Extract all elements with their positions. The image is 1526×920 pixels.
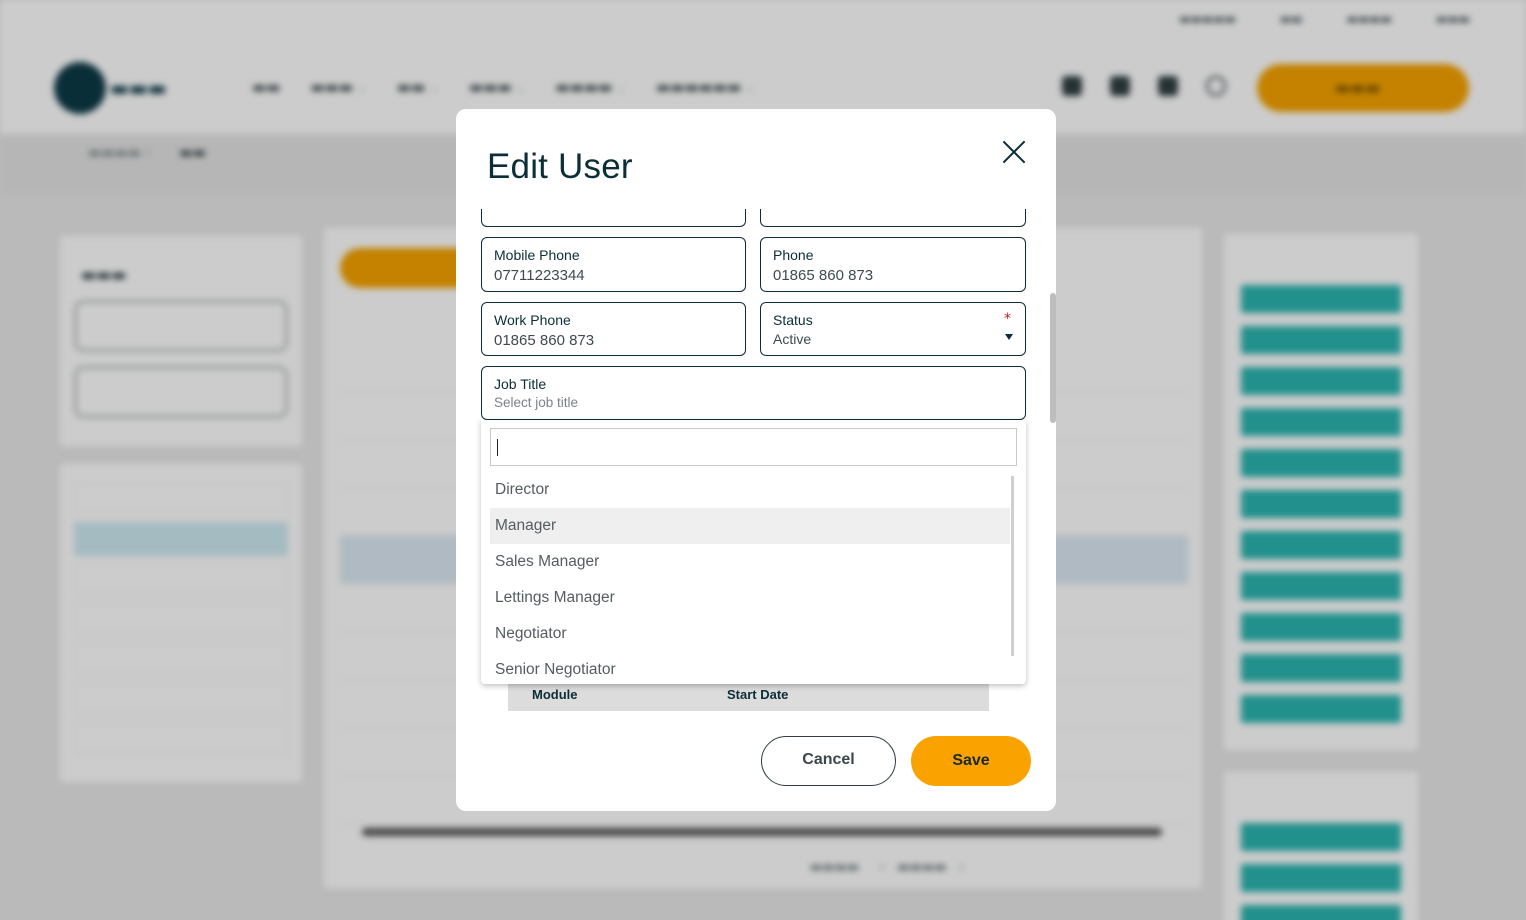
work-phone-field[interactable]: Work Phone 01865 860 873 bbox=[481, 302, 746, 356]
option-senior-negotiator[interactable]: Senior Negotiator bbox=[490, 652, 1010, 684]
phone-label: Phone bbox=[773, 247, 814, 263]
phone-field[interactable]: Phone 01865 860 873 bbox=[760, 237, 1026, 292]
status-label: Status bbox=[773, 312, 813, 328]
option-negotiator[interactable]: Negotiator bbox=[490, 616, 1010, 652]
text-cursor bbox=[497, 439, 498, 456]
required-marker: * bbox=[1004, 311, 1011, 327]
cancel-button[interactable]: Cancel bbox=[761, 736, 896, 786]
job-title-select[interactable]: Job Title Select job title bbox=[481, 366, 1026, 420]
dropdown-search-input[interactable] bbox=[490, 428, 1017, 466]
option-manager[interactable]: Manager bbox=[490, 508, 1010, 544]
edit-user-modal: Edit User Mobile Phone 07711223344 Phone… bbox=[456, 109, 1056, 811]
caret-down-icon bbox=[1005, 334, 1013, 340]
option-lettings-manager[interactable]: Lettings Manager bbox=[490, 580, 1010, 616]
modal-title: Edit User bbox=[487, 147, 633, 186]
save-button[interactable]: Save bbox=[911, 736, 1031, 786]
column-header-start-date[interactable]: Start Date bbox=[727, 687, 788, 702]
mobile-phone-value[interactable]: 07711223344 bbox=[494, 267, 585, 284]
job-title-label: Job Title bbox=[494, 376, 547, 392]
option-director[interactable]: Director bbox=[490, 472, 1010, 508]
scrolled-field-right[interactable] bbox=[760, 209, 1026, 227]
scrolled-field-left[interactable] bbox=[481, 209, 746, 227]
close-icon[interactable] bbox=[998, 135, 1032, 169]
phone-value[interactable]: 01865 860 873 bbox=[773, 267, 873, 284]
dropdown-scrollbar[interactable] bbox=[1011, 476, 1014, 656]
job-title-dropdown: Director Manager Sales Manager Lettings … bbox=[481, 420, 1026, 684]
dropdown-options: Director Manager Sales Manager Lettings … bbox=[490, 472, 1010, 684]
modal-scrollbar[interactable] bbox=[1050, 293, 1056, 423]
mobile-phone-field[interactable]: Mobile Phone 07711223344 bbox=[481, 237, 746, 292]
option-sales-manager[interactable]: Sales Manager bbox=[490, 544, 1010, 580]
column-header-module[interactable]: Module bbox=[532, 687, 578, 702]
job-title-placeholder: Select job title bbox=[494, 395, 579, 410]
mobile-phone-label: Mobile Phone bbox=[494, 247, 580, 263]
work-phone-label: Work Phone bbox=[494, 312, 571, 328]
status-select[interactable]: Status * Active bbox=[760, 302, 1026, 356]
work-phone-value[interactable]: 01865 860 873 bbox=[494, 332, 594, 349]
status-value: Active bbox=[773, 331, 812, 347]
